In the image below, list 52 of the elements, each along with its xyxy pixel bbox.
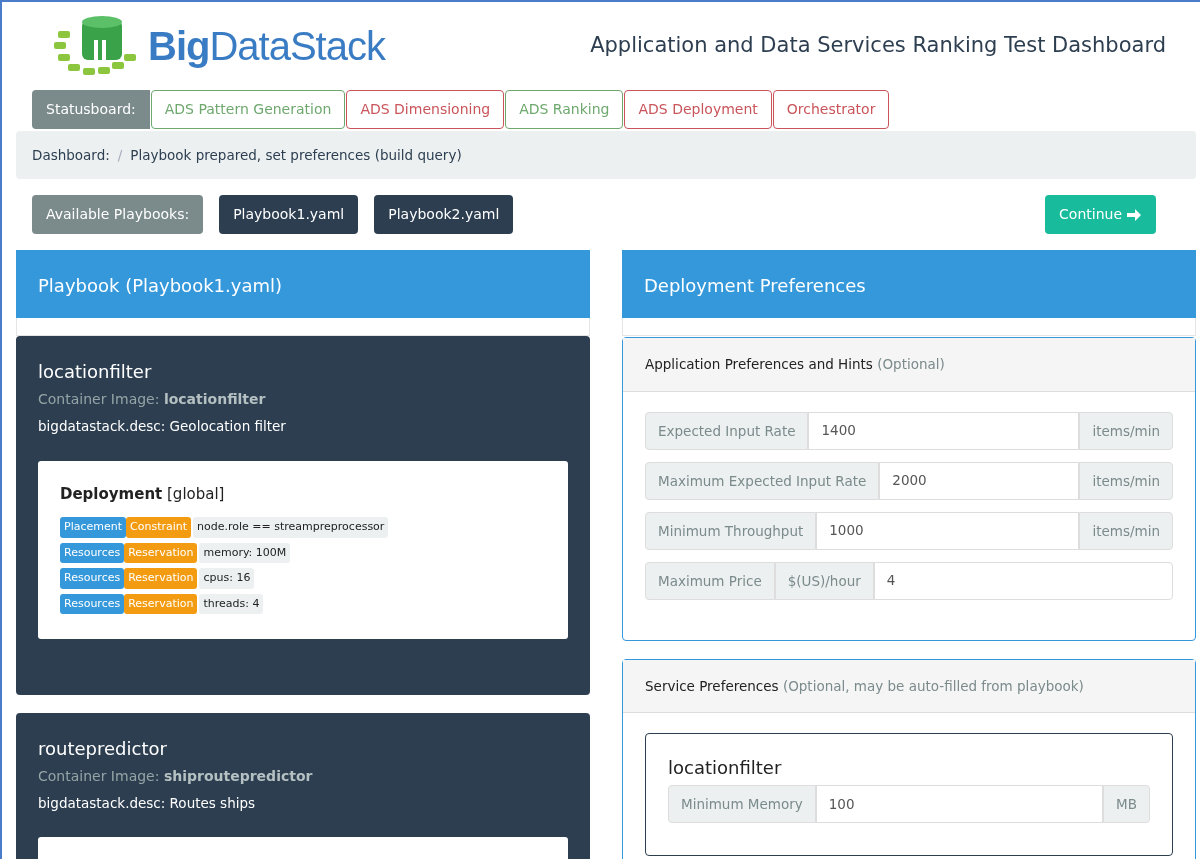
- logo-text: BigDataStack: [148, 26, 385, 66]
- service-name: locationfilter: [38, 360, 153, 385]
- container-image-text: Container Image: locationfilter: [38, 390, 267, 410]
- playbook-button[interactable]: Playbook1.yaml: [219, 195, 359, 235]
- page-title: Application and Data Services Ranking Test Dashboard: [590, 32, 1166, 60]
- rule-value: memory: 100M: [199, 542, 291, 563]
- playbooks-label: Available Playbooks:: [32, 195, 204, 235]
- statusboard-label: Statusboard:: [32, 90, 150, 129]
- breadcrumb-separator: /: [117, 146, 123, 165]
- category-tag: Resources: [60, 568, 125, 589]
- service-description: bigdatastack.desc: Geolocation filter: [38, 417, 287, 437]
- unit-label: items/min: [1079, 511, 1173, 550]
- field-label: Expected Input Rate: [645, 411, 809, 450]
- category-tag: Resources: [60, 542, 125, 563]
- stage-button[interactable]: ADS Deployment: [624, 90, 772, 129]
- deployment-title: Deployment [global]: [60, 483, 226, 505]
- field-label: Maximum Expected Input Rate: [645, 461, 880, 500]
- unit-label: items/min: [1079, 411, 1173, 450]
- input-field[interactable]: 4: [873, 561, 1173, 600]
- field-label: Minimum Throughput: [645, 511, 817, 550]
- service-name: locationfilter: [668, 755, 783, 780]
- input-field[interactable]: 2000: [879, 461, 1080, 500]
- card-header: Application Preferences and Hints (Optional): [623, 338, 1195, 392]
- stage-button[interactable]: ADS Dimensioning: [346, 90, 505, 129]
- type-tag: Reservation: [124, 593, 198, 614]
- panel-header: Playbook (Playbook1.yaml): [16, 250, 590, 319]
- type-tag: Constraint: [126, 517, 192, 538]
- service-name: routepredictor: [38, 737, 168, 761]
- unit-label: items/min: [1079, 461, 1173, 500]
- input-field[interactable]: 1000: [816, 511, 1080, 550]
- panel-header: Deployment Preferences: [622, 250, 1196, 319]
- type-tag: Reservation: [124, 542, 198, 563]
- breadcrumb-item[interactable]: Dashboard:: [32, 145, 110, 166]
- rule-value: node.role == streampreprocessor: [193, 517, 389, 538]
- playbook-button[interactable]: Playbook2.yaml: [374, 195, 514, 235]
- input-field[interactable]: 100: [815, 784, 1104, 823]
- category-tag: Resources: [60, 593, 125, 614]
- unit-label: MB: [1103, 784, 1150, 823]
- input-field[interactable]: 1400: [808, 411, 1080, 450]
- rule-value: cpus: 16: [199, 568, 255, 589]
- unit-label: $(US)/hour: [774, 561, 874, 600]
- breadcrumb-item: Playbook prepared, set preferences (build query): [130, 146, 462, 165]
- field-label: Minimum Memory: [668, 784, 816, 823]
- service-description: bigdatastack.desc: Routes ships: [38, 794, 257, 813]
- container-image-text: Container Image: shiproutepredictor: [38, 767, 314, 786]
- type-tag: Reservation: [124, 568, 198, 589]
- rule-value: threads: 4: [199, 593, 264, 614]
- field-label: Maximum Price: [645, 561, 775, 600]
- category-tag: Placement: [60, 517, 126, 538]
- stage-button[interactable]: Orchestrator: [772, 90, 890, 129]
- card-header: Service Preferences (Optional, may be auto-filled from playbook): [623, 659, 1195, 713]
- arrow-right-icon: [1126, 207, 1142, 222]
